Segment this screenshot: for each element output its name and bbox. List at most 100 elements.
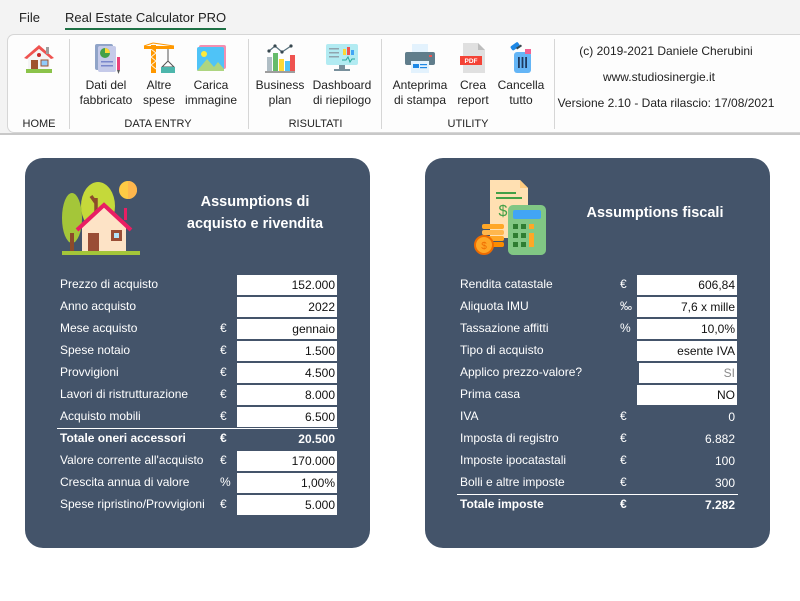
- dati-del-fabbricato-label: Dati del fabbricato: [79, 78, 133, 107]
- card-title-fiscali: Assumptions fiscali: [586, 205, 724, 221]
- crea-report-button[interactable]: PDF Crea report: [455, 41, 491, 108]
- row-unit: €: [220, 497, 227, 511]
- value-input-cell[interactable]: 6.500: [237, 407, 337, 427]
- value-input-cell[interactable]: 152.000: [237, 275, 337, 295]
- row-unit: ‰: [620, 299, 632, 313]
- value-input-cell[interactable]: esente IVA: [637, 341, 737, 361]
- value-cell: 6.882: [704, 432, 735, 446]
- value-input-cell[interactable]: 2022: [237, 297, 337, 317]
- business-plan-button[interactable]: Business plan: [256, 41, 304, 108]
- anteprima-di-stampa-button[interactable]: Anteprima di stampa: [389, 41, 451, 108]
- image-icon: [197, 45, 226, 71]
- row-label: Acquisto mobili: [60, 409, 141, 423]
- card-assumptions-fiscali: $ $ Assumptions fiscali Rendita catastal…: [425, 158, 770, 548]
- ribbon-separator: [381, 39, 382, 129]
- row-unit: €: [620, 497, 627, 511]
- value-cell: 20.500: [298, 432, 335, 446]
- dashboard-di-riepilogo-label: Dashboard di riepilogo: [312, 78, 372, 107]
- anteprima-di-stampa-label: Anteprima di stampa: [392, 78, 448, 107]
- cancella-tutto-button[interactable]: Cancella tutto: [495, 41, 547, 108]
- table-row: Totale imposte €7.282: [425, 494, 770, 516]
- row-label: Rendita catastale: [460, 277, 553, 291]
- table-row: Spese ripristino/Provvigioni €5.000: [25, 494, 370, 516]
- value-cell: 0: [728, 410, 735, 424]
- tax-calculator-icon: $ $: [474, 180, 546, 255]
- row-unit: €: [220, 365, 227, 379]
- row-label: Mese acquisto: [60, 321, 138, 335]
- trash-icon: [510, 42, 531, 73]
- value-input-cell[interactable]: 4.500: [237, 363, 337, 383]
- row-label: Imposta di registro: [460, 431, 559, 445]
- group-label-data-entry: DATA ENTRY: [124, 118, 192, 130]
- value-input-cell[interactable]: gennaio: [237, 319, 337, 339]
- table-row: Crescita annua di valore% 1,00%: [25, 472, 370, 494]
- printer-icon: [405, 44, 435, 73]
- carica-immagine-label: Carica immagine: [184, 78, 238, 107]
- table-row: Prezzo di acquisto 152.000: [25, 274, 370, 296]
- card-assumptions-acquisto: Assumptions di acquisto e rivendita Prez…: [25, 158, 370, 548]
- row-unit: €: [620, 453, 627, 467]
- document-chart-icon: [95, 44, 120, 74]
- value-input-cell[interactable]: 5.000: [237, 495, 337, 515]
- value-cell: 100: [714, 454, 735, 468]
- ribbon-separator: [69, 39, 70, 129]
- value-input-cell[interactable]: 1,00%: [237, 473, 337, 493]
- value-input-cell[interactable]: 8.000: [237, 385, 337, 405]
- row-label: Spese notaio: [60, 343, 131, 357]
- table-row: Aliquota IMU ‰ 7,6 x mille: [425, 296, 770, 318]
- house-trees-icon: [62, 181, 140, 255]
- row-unit: €: [620, 277, 627, 291]
- row-label: Bolli e altre imposte: [460, 475, 565, 489]
- altre-spese-label: Altre spese: [142, 78, 176, 107]
- table-row: Imposta di registro €6.882: [425, 428, 770, 450]
- table-row: IVA €0: [425, 406, 770, 428]
- row-label: Tassazione affitti: [460, 321, 549, 335]
- value-input-cell[interactable]: 10,0%: [637, 319, 737, 339]
- group-label-utility: UTILITY: [447, 118, 489, 130]
- carica-immagine-button[interactable]: Carica immagine: [182, 41, 240, 108]
- table-row: Acquisto mobili €6.500: [25, 406, 370, 428]
- row-unit: €: [220, 321, 227, 335]
- table-row: Applico prezzo-valore? SI: [425, 362, 770, 384]
- table-row: Lavori di ristrutturazione €8.000: [25, 384, 370, 406]
- table-row: Mese acquisto € gennaio: [25, 318, 370, 340]
- card-title-line-1: Assumptions di: [200, 194, 310, 210]
- row-unit: €: [620, 409, 627, 423]
- row-label: Valore corrente all'acquisto: [60, 453, 204, 467]
- home-button[interactable]: [22, 41, 56, 75]
- dashboard-di-riepilogo-button[interactable]: Dashboard di riepilogo: [310, 41, 374, 108]
- row-label: Spese ripristino/Provvigioni: [60, 497, 205, 511]
- value-cell: 300: [714, 476, 735, 490]
- table-row: Bolli e altre imposte €300: [425, 472, 770, 494]
- value-input-cell[interactable]: 170.000: [237, 451, 337, 471]
- card-title-line-2: acquisto e rivendita: [186, 216, 324, 232]
- row-unit: €: [620, 475, 627, 489]
- table-row: Tipo di acquisto esente IVA: [425, 340, 770, 362]
- value-input-cell[interactable]: NO: [637, 385, 737, 405]
- row-label: Totale oneri accessori: [60, 431, 186, 445]
- dati-del-fabbricato-button[interactable]: Dati del fabbricato: [78, 41, 134, 108]
- value-input-cell[interactable]: 606,84: [637, 275, 737, 295]
- row-label: Anno acquisto: [60, 299, 137, 313]
- row-label: Lavori di ristrutturazione: [60, 387, 189, 401]
- table-row: Prima casa NO: [425, 384, 770, 406]
- group-label-home: HOME: [22, 118, 56, 130]
- svg-text:PDF: PDF: [465, 58, 478, 65]
- row-label: Crescita annua di valore: [60, 475, 190, 489]
- row-label: Aliquota IMU: [460, 299, 529, 313]
- table-row: Rendita catastale €606,84: [425, 274, 770, 296]
- card-title-acquisto: Assumptions di acquisto e rivendita: [175, 191, 335, 235]
- row-label: Prima casa: [460, 387, 521, 401]
- value-input-cell[interactable]: SI: [639, 363, 737, 383]
- crane-icon: [143, 42, 176, 73]
- svg-text:$: $: [481, 241, 487, 252]
- tab-real-estate-calculator-pro[interactable]: Real Estate Calculator PRO: [65, 10, 227, 30]
- value-input-cell[interactable]: 1.500: [237, 341, 337, 361]
- altre-spese-button[interactable]: Altre spese: [138, 41, 180, 108]
- dashboard-monitor-icon: [326, 44, 358, 71]
- value-input-cell[interactable]: 7,6 x mille: [637, 297, 737, 317]
- tab-file[interactable]: File: [19, 10, 40, 25]
- row-unit: %: [220, 475, 231, 489]
- table-row: Tassazione affitti% 10,0%: [425, 318, 770, 340]
- row-unit: %: [620, 321, 631, 335]
